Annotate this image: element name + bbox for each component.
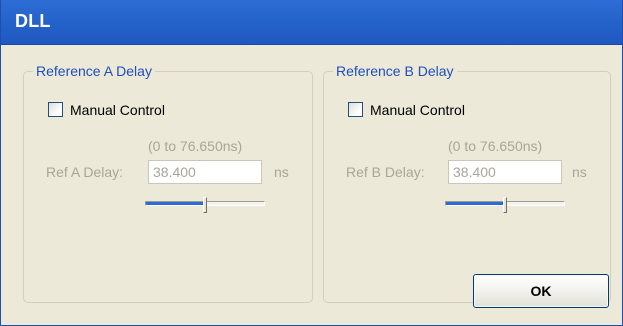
reference-a-legend: Reference A Delay [33, 63, 155, 79]
ref-b-delay-input[interactable] [448, 160, 562, 184]
dialog-body: Reference A Delay Manual Control (0 to 7… [6, 45, 617, 321]
slider-fill [146, 202, 203, 205]
ref-a-range-label: (0 to 76.650ns) [148, 138, 243, 154]
slider-thumb[interactable] [503, 197, 507, 213]
manual-control-a-checkbox[interactable] [48, 102, 63, 117]
reference-a-group: Reference A Delay Manual Control (0 to 7… [23, 63, 313, 303]
ref-b-delay-slider[interactable] [445, 196, 565, 214]
ref-a-delay-slider[interactable] [145, 196, 265, 214]
reference-b-group: Reference B Delay Manual Control (0 to 7… [323, 63, 611, 303]
dll-dialog: DLL Reference A Delay Manual Control (0 … [0, 0, 623, 326]
manual-control-a-label[interactable]: Manual Control [70, 102, 165, 118]
ref-b-range-label: (0 to 76.650ns) [448, 138, 543, 154]
manual-control-b-label[interactable]: Manual Control [370, 102, 465, 118]
ref-b-unit-label: ns [572, 164, 587, 180]
ref-a-delay-input[interactable] [148, 160, 262, 184]
reference-b-legend: Reference B Delay [333, 63, 457, 79]
slider-thumb[interactable] [203, 197, 207, 213]
ok-button[interactable]: OK [473, 274, 609, 308]
window-title: DLL [15, 11, 51, 31]
title-bar[interactable]: DLL [1, 0, 622, 45]
slider-fill [446, 202, 503, 205]
ref-a-unit-label: ns [274, 164, 289, 180]
manual-control-b-checkbox[interactable] [348, 102, 363, 117]
ref-b-delay-label: Ref B Delay: [346, 164, 425, 180]
ref-a-delay-label: Ref A Delay: [46, 164, 124, 180]
